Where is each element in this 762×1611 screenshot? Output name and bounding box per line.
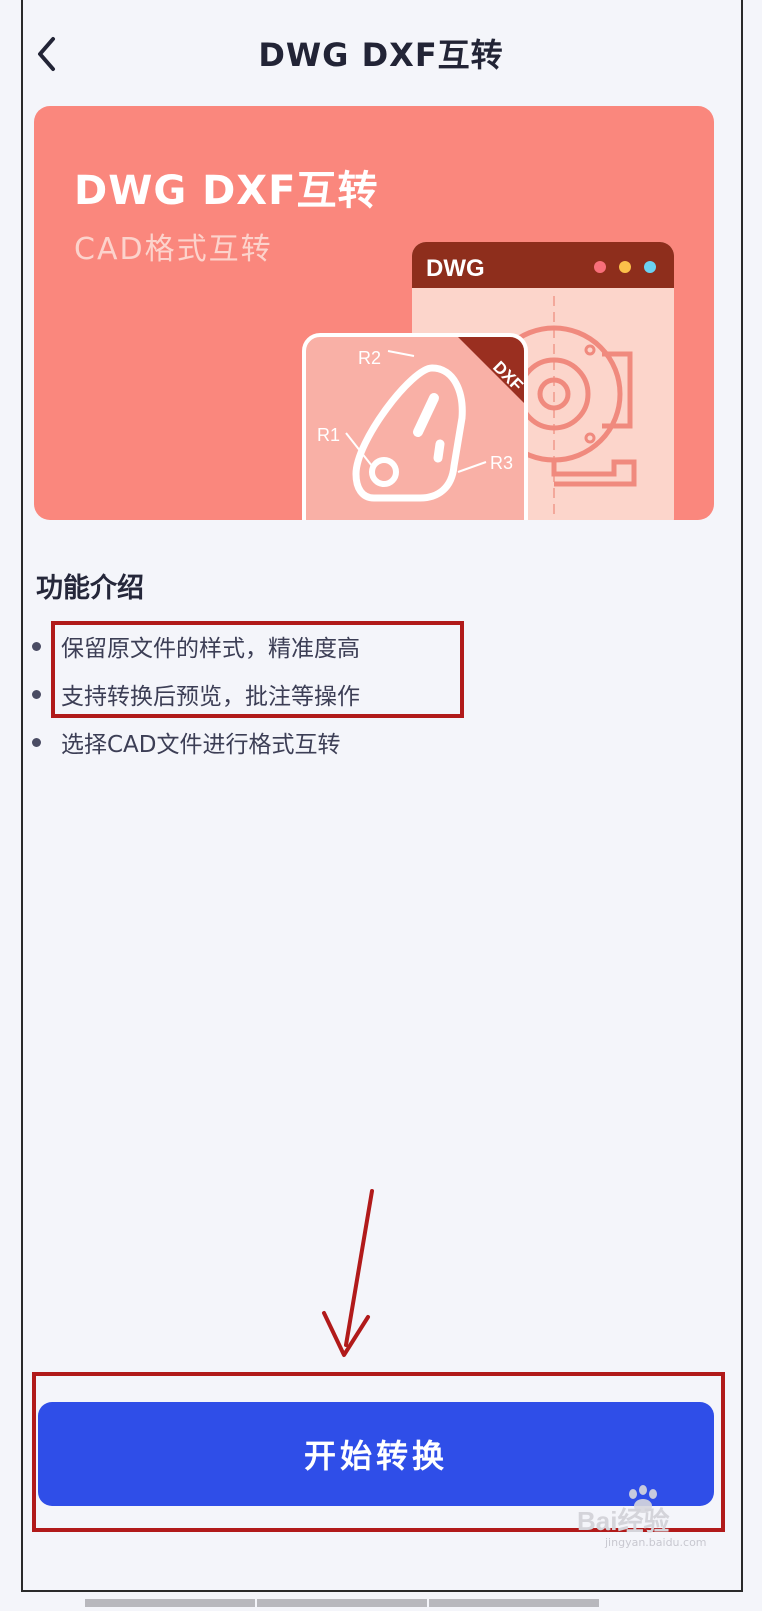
radius-label-r3: R3 bbox=[490, 453, 513, 473]
watermark-url: jingyan.baidu.com bbox=[605, 1536, 707, 1549]
annotation-highlight-features bbox=[51, 621, 464, 718]
bullet-icon bbox=[32, 689, 41, 699]
bottom-bar-segment bbox=[429, 1599, 599, 1607]
feature-banner: DWG DXF互转 CAD格式互转 DWG DXF R2 R1 R3 bbox=[34, 106, 714, 520]
bullet-icon bbox=[32, 737, 41, 747]
feature-text: 选择CAD文件进行格式互转 bbox=[61, 732, 341, 758]
watermark-text: Bai经验 bbox=[577, 1506, 669, 1536]
baidu-jingyan-watermark: Bai经验 bbox=[577, 1485, 669, 1536]
dwg-window-label: DWG bbox=[426, 255, 485, 282]
annotation-arrow-icon bbox=[322, 1189, 374, 1357]
bullet-icon bbox=[32, 641, 41, 651]
cad-illustration: DWG DXF R2 R1 R3 bbox=[302, 242, 674, 520]
dxf-card-image: DXF R2 R1 R3 bbox=[302, 333, 528, 520]
radius-label-r1: R1 bbox=[317, 425, 340, 445]
page-title: DWG DXF互转 bbox=[258, 36, 504, 74]
radius-label-r2: R2 bbox=[358, 348, 381, 368]
bottom-bar bbox=[85, 1592, 705, 1607]
header: DWG DXF互转 bbox=[0, 0, 762, 105]
feature-section-title: 功能介绍 bbox=[36, 573, 144, 604]
feature-item: 选择CAD文件进行格式互转 bbox=[32, 718, 360, 766]
bottom-bar-segment bbox=[257, 1599, 427, 1607]
bottom-bar-segment bbox=[85, 1599, 255, 1607]
